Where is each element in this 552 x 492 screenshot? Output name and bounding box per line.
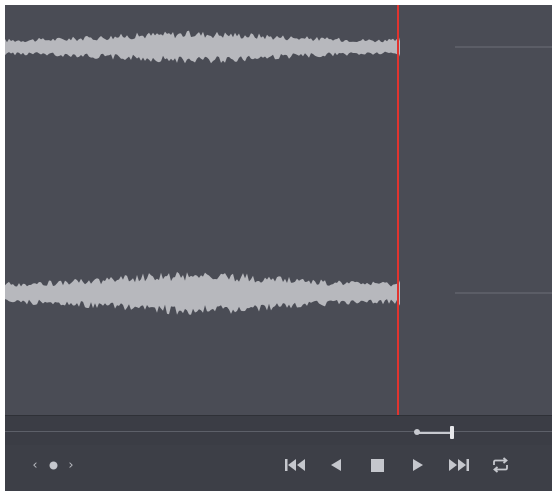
- go-to-end-button[interactable]: [445, 455, 471, 475]
- stop-icon: [370, 458, 384, 472]
- dot-icon: [49, 461, 57, 469]
- next-clip-button[interactable]: ›: [64, 455, 78, 475]
- scrub-bar[interactable]: [5, 415, 552, 446]
- app-frame: ‹ ›: [0, 0, 552, 492]
- loop-icon: [492, 457, 508, 473]
- zoom-slider-track[interactable]: [417, 432, 453, 434]
- audio-viewer-panel: ‹ ›: [5, 5, 552, 491]
- chevron-left-icon: ‹: [32, 457, 38, 473]
- go-to-start-button[interactable]: [283, 455, 309, 475]
- loop-button[interactable]: [489, 455, 511, 475]
- play-icon: [413, 459, 423, 471]
- waveform-canvas: [5, 5, 552, 415]
- waveform-viewer[interactable]: [5, 5, 552, 415]
- waveform-channel-2: [5, 271, 400, 315]
- play-button[interactable]: [409, 455, 427, 475]
- scrub-track: [5, 431, 552, 432]
- transport-controls: ‹ ›: [5, 445, 552, 491]
- play-reverse-icon: [331, 459, 341, 471]
- play-reverse-button[interactable]: [327, 455, 345, 475]
- skip-to-end-icon: [449, 459, 469, 471]
- waveform-channel-1: [5, 30, 400, 64]
- previous-clip-button[interactable]: ‹: [28, 455, 42, 475]
- stop-button[interactable]: [368, 455, 386, 475]
- skip-to-start-icon: [285, 459, 305, 471]
- chevron-right-icon: ›: [68, 457, 74, 473]
- zoom-slider-start-dot: [414, 429, 420, 435]
- zoom-slider-handle[interactable]: [450, 426, 454, 439]
- current-clip-dot[interactable]: [47, 455, 59, 475]
